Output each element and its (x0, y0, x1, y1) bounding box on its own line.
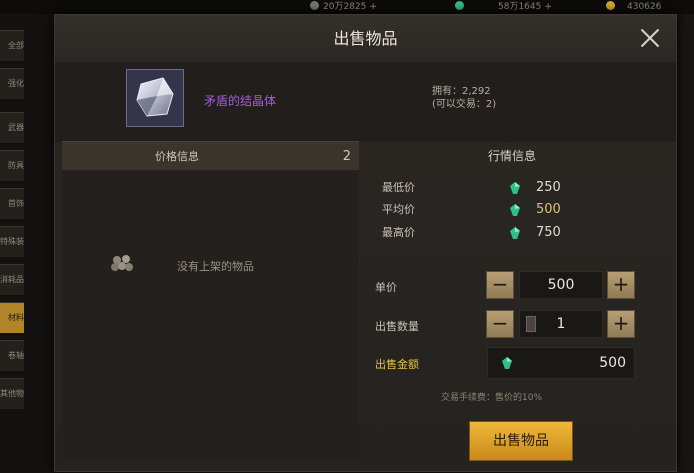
resource-gold-value: 430626 (627, 2, 662, 12)
quantity-decrease-button[interactable]: − (486, 310, 514, 338)
resource-silver-value: 20万2825 (323, 2, 367, 12)
empty-box-icon (110, 253, 134, 273)
sidebar-item-all[interactable]: 全部 (0, 30, 24, 61)
unit-price-decrease-button[interactable]: − (486, 271, 514, 299)
sidebar-item-accessory[interactable]: 首饰 (0, 188, 24, 219)
owned-info: 拥有：2,292 (可以交易：2) (432, 85, 496, 111)
sidebar-item-scroll[interactable]: 卷轴 (0, 340, 24, 371)
moon-icon (310, 1, 319, 10)
sidebar-item-label: 武器 (8, 123, 24, 132)
sidebar-item-label: 消耗品 (0, 275, 24, 284)
calculator-icon[interactable] (526, 316, 536, 332)
gem-icon (455, 1, 464, 10)
total-amount-field: 500 (487, 347, 635, 379)
resource-silver: 20万2825 + (310, 0, 377, 14)
total-amount-label: 出售金额 (375, 358, 419, 371)
dialog-title: 出售物品 (333, 29, 398, 48)
sidebar-item-label: 材料 (8, 313, 24, 322)
sidebar-item-weapon[interactable]: 武器 (0, 112, 24, 143)
crystal-icon (126, 69, 184, 127)
market-info-title: 行情信息 (487, 149, 536, 163)
plus-icon: + (544, 2, 552, 12)
empty-listing-text: 没有上架的物品 (177, 260, 254, 273)
sidebar-item-label: 其他物品 (0, 389, 24, 398)
sidebar-item-label: 防具 (8, 161, 24, 170)
gem-icon (510, 227, 520, 239)
sidebar-item-label: 特殊装备 (0, 237, 24, 246)
quantity-input[interactable]: 1 (519, 310, 603, 338)
category-sidebar: 全部 强化 武器 防具 首饰 特殊装备 消耗品 材料 卷轴 其他物品 (0, 30, 24, 450)
total-amount-value: 500 (599, 355, 626, 371)
gem-icon (502, 357, 512, 369)
owned-count: 拥有：2,292 (432, 86, 491, 97)
resource-gem-value: 58万1645 (498, 2, 542, 12)
avg-price-label: 平均价 (382, 203, 415, 216)
min-price-value: 250 (536, 180, 561, 195)
sidebar-item-label: 首饰 (8, 199, 24, 208)
sidebar-item-label: 卷轴 (8, 351, 24, 360)
unit-price-label: 单价 (375, 281, 397, 294)
sell-button[interactable]: 出售物品 (469, 421, 573, 461)
price-info-count: 2 (342, 149, 351, 164)
quantity-increase-button[interactable]: + (607, 310, 635, 338)
sidebar-item-special[interactable]: 特殊装备 (0, 226, 24, 257)
min-price-label: 最低价 (382, 181, 415, 194)
dialog-header: 出售物品 (55, 15, 676, 63)
tradable-count: (可以交易：2) (432, 99, 497, 110)
transaction-fee-note: 交易手续费：售价的10% (441, 393, 543, 403)
sell-item-dialog: 出售物品 矛盾的结晶体 拥有：2,292 (可以交易：2) 价格信息 2 没有上… (54, 14, 677, 472)
coin-icon (606, 1, 615, 10)
price-info-header: 价格信息 2 (62, 141, 359, 171)
price-info-list (62, 170, 359, 460)
quantity-label: 出售数量 (375, 320, 419, 333)
sidebar-item-enhance[interactable]: 强化 (0, 68, 24, 99)
max-price-value: 750 (536, 225, 561, 240)
unit-price-increase-button[interactable]: + (607, 271, 635, 299)
resource-gem: 58万1645 + (455, 0, 552, 14)
resource-gold: 430626 (606, 0, 661, 14)
background-panel-edge (674, 14, 694, 473)
sidebar-item-other[interactable]: 其他物品 (0, 378, 24, 409)
sidebar-item-consumable[interactable]: 消耗品 (0, 264, 24, 295)
item-name: 矛盾的结晶体 (204, 94, 277, 108)
max-price-label: 最高价 (382, 226, 415, 239)
gem-icon (510, 204, 520, 216)
sidebar-item-label: 全部 (8, 41, 24, 50)
close-icon[interactable] (638, 26, 662, 50)
quantity-value: 1 (556, 316, 566, 332)
sidebar-item-material[interactable]: 材料 (0, 302, 24, 333)
gem-icon (510, 182, 520, 194)
sidebar-item-armor[interactable]: 防具 (0, 150, 24, 181)
sidebar-item-label: 强化 (8, 79, 24, 88)
avg-price-value: 500 (536, 202, 561, 217)
price-info-title: 价格信息 (155, 150, 199, 163)
unit-price-input[interactable]: 500 (519, 271, 603, 299)
plus-icon: + (369, 2, 377, 12)
